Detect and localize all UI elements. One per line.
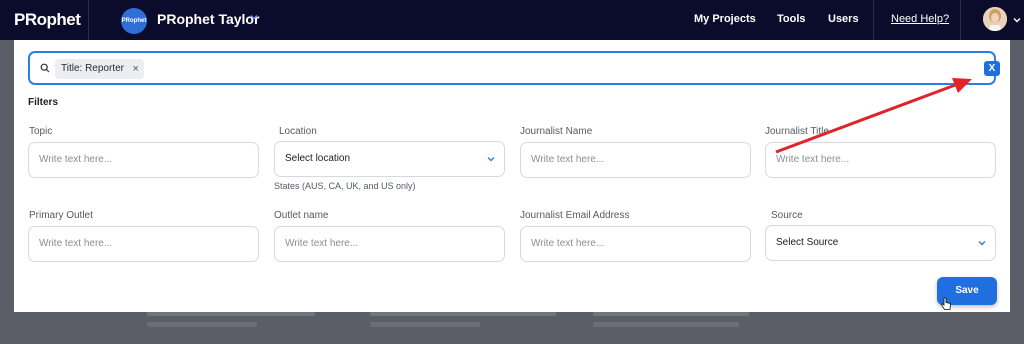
source-select[interactable]: Select Source bbox=[765, 225, 996, 261]
filter-chip[interactable]: Title: Reporter × bbox=[55, 59, 144, 79]
avatar-image bbox=[983, 7, 1007, 31]
search-icon bbox=[40, 63, 50, 73]
primary-outlet-label: Primary Outlet bbox=[29, 210, 93, 221]
journalist-email-label: Journalist Email Address bbox=[520, 210, 630, 221]
chevron-down-icon bbox=[978, 241, 986, 246]
chevron-down-icon[interactable] bbox=[1012, 15, 1022, 25]
journalist-name-input[interactable]: Write text here... bbox=[520, 142, 751, 178]
user-avatar[interactable] bbox=[983, 7, 1007, 31]
filter-modal: Title: Reporter × X Filters Topic Write … bbox=[14, 40, 1010, 312]
search-input[interactable]: Title: Reporter × X bbox=[28, 51, 1000, 85]
chevron-down-icon bbox=[487, 157, 495, 162]
workspace-name[interactable]: PRophet Taylor bbox=[157, 11, 259, 27]
topic-label: Topic bbox=[29, 126, 53, 137]
top-navbar: PRophet PRophet PRophet Taylor My Projec… bbox=[0, 0, 1024, 40]
app-logo[interactable]: PRophet bbox=[14, 10, 81, 30]
journalist-email-input[interactable]: Write text here... bbox=[520, 226, 751, 262]
clear-search-button[interactable]: X bbox=[984, 61, 1000, 76]
journalist-title-input[interactable]: Write text here... bbox=[765, 142, 996, 178]
background-content bbox=[147, 322, 257, 327]
outlet-name-input[interactable]: Write text here... bbox=[274, 226, 505, 262]
filter-chip-label: Title: Reporter bbox=[61, 63, 124, 74]
location-label: Location bbox=[279, 126, 317, 137]
outlet-name-label: Outlet name bbox=[274, 210, 329, 221]
hand-cursor-icon bbox=[940, 297, 951, 310]
nav-tools[interactable]: Tools bbox=[777, 13, 806, 25]
background-content bbox=[593, 322, 739, 327]
background-content bbox=[370, 322, 480, 327]
nav-users[interactable]: Users bbox=[828, 13, 859, 25]
need-help-link[interactable]: Need Help? bbox=[891, 13, 949, 25]
filters-heading: Filters bbox=[28, 97, 59, 108]
source-select-value: Select Source bbox=[776, 237, 839, 248]
chevron-down-icon[interactable] bbox=[249, 12, 259, 22]
workspace-avatar[interactable]: PRophet bbox=[121, 8, 147, 34]
source-label: Source bbox=[771, 210, 803, 221]
location-hint: States (AUS, CA, UK, and US only) bbox=[274, 181, 416, 191]
location-select-value: Select location bbox=[285, 153, 351, 164]
primary-outlet-input[interactable]: Write text here... bbox=[28, 226, 259, 262]
nav-divider bbox=[88, 0, 89, 40]
journalist-title-label: Journalist Title bbox=[765, 126, 829, 137]
nav-my-projects[interactable]: My Projects bbox=[694, 13, 756, 25]
nav-divider bbox=[960, 0, 961, 40]
journalist-name-label: Journalist Name bbox=[520, 126, 593, 137]
nav-divider bbox=[873, 0, 874, 40]
location-select[interactable]: Select location bbox=[274, 141, 505, 177]
topic-input[interactable]: Write text here... bbox=[28, 142, 259, 178]
close-icon[interactable]: × bbox=[133, 59, 139, 79]
